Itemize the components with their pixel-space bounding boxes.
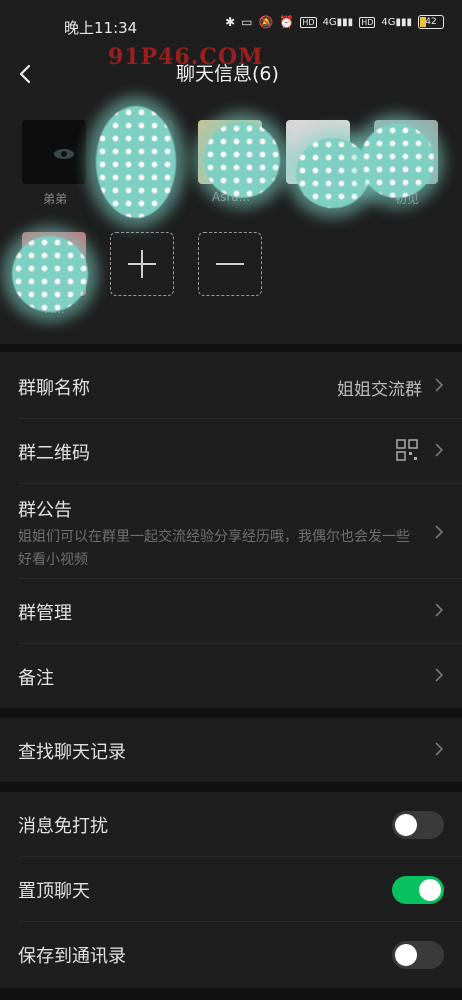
search-history-label: 查找聊天记录 (18, 742, 126, 763)
battery-icon: 42 (418, 15, 444, 29)
settings-group-search: 查找聊天记录 (0, 718, 462, 782)
minus-icon (216, 263, 244, 265)
chevron-right-icon (435, 742, 444, 756)
privacy-blur (360, 124, 434, 198)
mute-toggle[interactable] (392, 811, 444, 839)
search-history-row[interactable]: 查找聊天记录 (0, 718, 462, 782)
group-name-row[interactable]: 群聊名称 姐姐交流群 (0, 352, 462, 418)
signal-4g-icon: 4G▮▮▮ (322, 16, 354, 28)
member-item[interactable]: 弟弟 (22, 120, 88, 207)
group-notice-row[interactable]: 群公告 姐姐们可以在群里一起交流经验分享经历哦，我偶尔也会发一些好看小视频 (0, 484, 462, 578)
settings-group-toggles: 消息免打扰 置顶聊天 保存到通讯录 (0, 792, 462, 988)
settings-group-info: 群聊名称 姐姐交流群 群二维码 群公告 姐姐们可以在群里一起交流经验分享经历哦，… (0, 352, 462, 708)
alarm-icon: ⏰ (279, 15, 295, 29)
group-name-label: 群聊名称 (18, 378, 90, 399)
chevron-right-icon (435, 443, 444, 457)
remark-row[interactable]: 备注 (0, 644, 462, 708)
avatar (22, 120, 86, 184)
signal-4g-icon: 4G▮▮▮ (381, 16, 412, 28)
status-icons: ✱ ▭ 🔕 ⏰ HD 4G▮▮▮ HD 4G▮▮▮ 42 (225, 15, 444, 29)
group-manage-label: 群管理 (18, 603, 72, 624)
save-contacts-toggle[interactable] (392, 941, 444, 969)
group-name-value: 姐姐交流群 (337, 380, 422, 400)
save-contacts-row: 保存到通讯录 (0, 922, 462, 986)
privacy-blur (12, 236, 88, 312)
back-button[interactable] (14, 58, 44, 90)
vibrate-icon: ▭ (241, 15, 253, 29)
plus-icon (128, 250, 156, 278)
mute-icon: 🔕 (258, 15, 274, 29)
hd-icon: HD (359, 16, 376, 28)
eye-image (54, 149, 74, 159)
bluetooth-icon: ✱ (225, 15, 236, 29)
pin-label: 置顶聊天 (18, 881, 90, 902)
status-time: 晚上11:34 (64, 19, 138, 37)
remove-member-button[interactable] (198, 232, 262, 296)
add-member-button[interactable] (110, 232, 174, 296)
group-notice-text: 姐姐们可以在群里一起交流经验分享经历哦，我偶尔也会发一些好看小视频 (18, 529, 410, 568)
qr-code-label: 群二维码 (18, 443, 90, 464)
qr-code-row[interactable]: 群二维码 (0, 419, 462, 483)
privacy-blur (96, 106, 176, 218)
watermark-logo: 91P46.COM (108, 44, 264, 70)
remark-label: 备注 (18, 668, 54, 689)
hd-icon: HD (300, 16, 317, 28)
group-manage-row[interactable]: 群管理 (0, 579, 462, 643)
member-name: 弟弟 (42, 192, 67, 206)
qr-code-icon (396, 439, 418, 461)
chevron-right-icon (435, 668, 444, 682)
mute-label: 消息免打扰 (18, 816, 108, 837)
group-notice-label: 群公告 (18, 500, 72, 521)
battery-level: 42 (425, 17, 437, 27)
pin-toggle[interactable] (392, 876, 444, 904)
privacy-blur (296, 138, 370, 208)
chevron-right-icon (435, 603, 444, 617)
mute-row: 消息免打扰 (0, 792, 462, 856)
pin-row: 置顶聊天 (0, 857, 462, 921)
privacy-blur (204, 122, 280, 198)
chevron-right-icon (435, 525, 444, 539)
chevron-right-icon (435, 378, 444, 392)
save-contacts-label: 保存到通讯录 (18, 946, 126, 967)
chevron-left-icon (19, 64, 31, 84)
member-grid: 弟弟 Asra... A... 初见 A... (0, 98, 462, 344)
